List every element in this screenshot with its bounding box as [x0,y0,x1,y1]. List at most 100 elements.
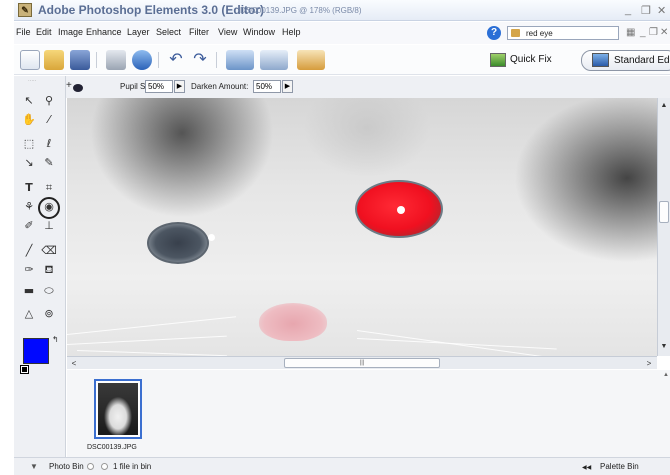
restore-button[interactable]: ❐ [641,4,651,17]
cookie-cutter-tool-icon[interactable]: ⚘ [20,199,38,215]
vertical-scroll-thumb[interactable] [659,201,669,223]
lasso-tool-icon[interactable]: ℓ [40,136,58,152]
help-icon[interactable]: ? [487,26,501,40]
foreground-color-swatch[interactable] [23,338,49,364]
pupil-size-slider-arrow[interactable]: ▶ [174,80,185,93]
blur-tool-icon[interactable]: △ [20,306,38,322]
quick-fix-button[interactable]: Quick Fix [483,51,569,70]
new-file-icon[interactable] [20,50,40,70]
menu-window[interactable]: Window [243,27,275,37]
photo-browser-icon[interactable] [260,50,288,70]
scroll-right-arrow[interactable]: > [643,358,655,369]
minimize-button[interactable]: _ [625,4,631,16]
scroll-up-arrow[interactable]: ▲ [659,100,669,112]
search-icon [511,29,520,37]
menu-layer[interactable]: Layer [127,27,150,37]
file-browser-icon[interactable] [226,50,254,70]
paint-bucket-tool-icon[interactable]: ⛾ [40,262,58,278]
online-services-icon[interactable] [132,50,152,70]
bin-prev-radio-icon[interactable] [87,463,94,470]
scroll-down-arrow[interactable]: ▼ [659,341,669,353]
zoom-tool-icon[interactable]: ⚲ [40,93,58,109]
window-left-edge [0,0,14,475]
pupil-size-input[interactable] [145,80,173,93]
thumbnail-image [98,383,138,435]
photo-thumbnail[interactable] [94,379,142,439]
sponge-tool-icon[interactable]: ⊚ [40,306,58,322]
palette-bin-arrow-icon[interactable]: ◀◀ [582,464,591,471]
healing-brush-tool-icon[interactable]: ✐ [20,218,38,234]
horizontal-scroll-thumb[interactable]: ||| [284,358,440,368]
photo-bin-label[interactable]: Photo Bin [49,462,84,471]
red-eye-tool-options-icon[interactable]: + [66,80,84,94]
close-button[interactable]: ✕ [657,4,666,17]
move-tool-icon[interactable]: ↖ [20,93,38,109]
type-tool-icon[interactable]: T [20,180,38,196]
marquee-tool-icon[interactable]: ⬚ [20,136,38,152]
gradient-tool-icon[interactable]: ▬ [20,283,38,299]
save-icon[interactable] [70,50,90,70]
eraser-tool-icon[interactable]: ⌫ [40,243,58,259]
menu-view[interactable]: View [218,27,237,37]
bin-file-count: 1 file in bin [113,462,152,471]
scroll-left-arrow[interactable]: < [68,358,80,369]
options-bar: + Pupil Size: ▶ Darken Amount: ▶ [14,76,670,98]
photo-bin-toggle-icon[interactable]: ▼ [30,462,38,471]
vertical-scrollbar[interactable]: ▲ ▼ [657,98,670,356]
doc-minimize-button[interactable]: _ [640,27,646,38]
photo-bin-scroll-up-icon[interactable]: ▲ [663,372,669,378]
standard-edit-button[interactable]: Standard Edit [581,50,670,71]
photoshop-app-icon[interactable]: ✎ [18,3,32,17]
default-colors-icon[interactable] [20,365,29,374]
menu-filter[interactable]: Filter [189,27,209,37]
toolbar-divider [158,52,159,68]
crop-tool-icon[interactable]: ⌗ [40,180,58,196]
cat-left-eye [147,222,209,264]
shape-tool-icon[interactable]: ⬭ [40,283,58,299]
menu-image[interactable]: Image [58,27,83,37]
help-search-input[interactable] [507,26,619,40]
menu-file[interactable]: File [16,27,31,37]
create-icon[interactable] [297,50,325,70]
right-eye-glint [397,206,405,214]
doc-close-button[interactable]: ✕ [660,27,668,38]
doc-tile-icon[interactable]: ▦ [626,27,635,38]
whisker [356,338,557,350]
hand-tool-icon[interactable]: ✋ [20,112,38,128]
image-canvas[interactable] [67,98,657,356]
toolbar-divider [96,52,97,68]
title-bar: ✎ Adobe Photoshop Elements 3.0 (Editor) … [14,0,670,21]
magic-wand-tool-icon[interactable]: ↘ [20,155,38,171]
brush-tool-icon[interactable]: ✑ [20,262,38,278]
horizontal-scrollbar[interactable]: < ||| > [67,356,657,369]
darken-amount-input[interactable] [253,80,281,93]
document-title: DSC00139.JPG @ 178% (RGB/8) [240,6,362,15]
standard-edit-label: Standard Edit [614,55,670,66]
red-eye-tool-highlight-circle [38,197,60,219]
darken-amount-label: Darken Amount: [191,82,249,91]
menu-enhance[interactable]: Enhance [86,27,122,37]
darken-amount-slider-arrow[interactable]: ▶ [282,80,293,93]
toolbox-grip[interactable]: ····· [28,78,36,84]
pencil-tool-icon[interactable]: ╱ [20,243,38,259]
open-folder-icon[interactable] [44,50,64,70]
standard-edit-icon [592,53,609,67]
clone-stamp-tool-icon[interactable]: ⊥ [40,218,58,234]
toolbar-divider [216,52,217,68]
menu-select[interactable]: Select [156,27,181,37]
whisker [67,316,237,335]
whisker [67,335,227,345]
palette-bin-label[interactable]: Palette Bin [600,462,639,471]
selection-brush-tool-icon[interactable]: ✎ [40,155,58,171]
doc-restore-button[interactable]: ❐ [649,27,658,38]
undo-icon[interactable]: ↶ [166,50,186,70]
eyedropper-tool-icon[interactable]: ⁄ [40,112,58,128]
redo-icon[interactable]: ↷ [190,50,210,70]
menu-edit[interactable]: Edit [36,27,52,37]
cat-nose [259,303,327,341]
shortcuts-bar: ↶ ↷ Quick Fix Standard Edit [14,45,670,75]
menu-help[interactable]: Help [282,27,301,37]
print-icon[interactable] [106,50,126,70]
bin-next-radio-icon[interactable] [101,463,108,470]
swap-colors-icon[interactable]: ↰ [52,335,59,344]
